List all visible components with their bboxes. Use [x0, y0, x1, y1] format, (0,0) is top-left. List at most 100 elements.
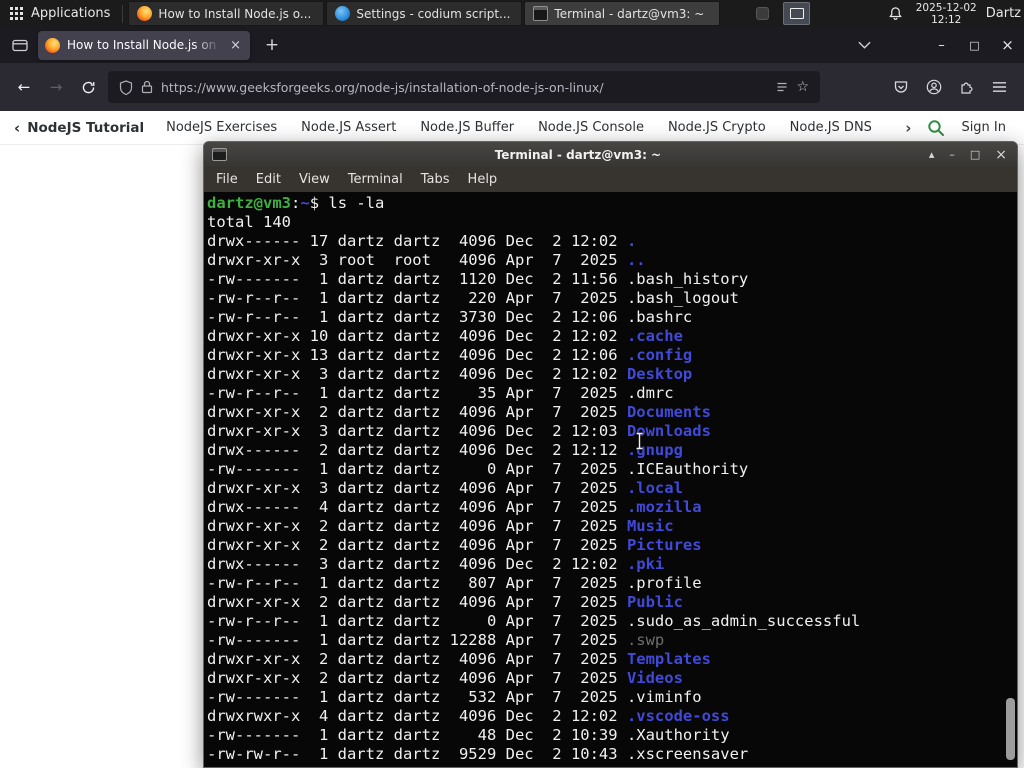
listing-pre: drwxr-xr-x 3 dartz dartz 4096 Dec 2 12:0… [207, 365, 627, 383]
tab-close-button[interactable]: × [228, 38, 243, 53]
listing-name: .swp [626, 631, 665, 649]
back-button[interactable]: ← [8, 72, 40, 102]
browser-close-button[interactable]: × [991, 27, 1024, 63]
reload-icon [82, 81, 94, 93]
listing-name: Documents [626, 403, 711, 421]
taskbar-buttons: How to Install Node.js o... Settings - co… [127, 0, 721, 27]
listing-pre: -rw------- 1 dartz dartz 532 Apr 7 2025 [207, 688, 627, 706]
new-tab-button[interactable]: + [259, 35, 285, 55]
terminal-maximize-button[interactable]: □ [970, 149, 980, 160]
listing-name: .mozilla [626, 498, 702, 516]
tray-window-icon[interactable] [783, 2, 811, 25]
browser-tab[interactable]: How to Install Node.js on × [38, 30, 250, 60]
bookmark-star-icon[interactable]: ☆ [796, 79, 809, 95]
listing-pre: drwxr-xr-x 2 dartz dartz 4096 Apr 7 2025 [207, 593, 627, 611]
url-bar[interactable]: https://www.geeksforgeeks.org/node-js/in… [108, 71, 820, 103]
terminal-scrollbar-thumb[interactable] [1006, 698, 1015, 760]
taskbar-button-terminal[interactable]: Terminal - dartz@vm3: ~ [524, 1, 721, 26]
tracking-protection-shield-icon[interactable] [119, 79, 133, 95]
terminal-minimize-button[interactable]: – [949, 149, 955, 160]
top-panel: Applications How to Install Node.js o...… [0, 0, 1024, 27]
taskbar-button-label: How to Install Node.js o... [158, 6, 312, 21]
terminal-menu-help[interactable]: Help [459, 170, 507, 189]
listing-pre: drwxr-xr-x 13 dartz dartz 4096 Dec 2 12:… [207, 346, 627, 364]
forward-button[interactable]: → [40, 72, 72, 102]
site-nav-right: › Sign In [905, 119, 1010, 137]
url-text: https://www.geeksforgeeks.org/node-js/in… [161, 79, 604, 95]
toolbar-icons [884, 72, 1016, 102]
lock-icon[interactable] [141, 80, 153, 94]
terminal-line: -rw------- 1 dartz dartz 0 Apr 7 2025 .I… [207, 460, 1017, 479]
site-nav-item[interactable]: Node.JS DNS [790, 120, 872, 135]
site-nav-item[interactable]: Node [896, 120, 897, 135]
extensions-puzzle-icon[interactable] [950, 72, 983, 102]
terminal-menu-view[interactable]: View [290, 170, 339, 189]
listing-pre: -rw-r--r-- 1 dartz dartz 0 Apr 7 2025 [207, 612, 627, 630]
applications-grid-icon [10, 7, 23, 20]
terminal-titlebar[interactable]: Terminal - dartz@vm3: ~ ▴ – □ × [204, 142, 1017, 167]
taskbar-button-label: Settings - codium script... [356, 6, 511, 21]
listing-pre: -rw-rw-r-- 1 dartz dartz 9529 Dec 2 10:4… [207, 745, 627, 763]
tray-app-icon[interactable] [749, 2, 776, 25]
terminal-menu-tabs[interactable]: Tabs [412, 170, 459, 189]
panel-user-label[interactable]: Dartz [986, 6, 1021, 21]
listing-pre: drwxr-xr-x 2 dartz dartz 4096 Apr 7 2025 [207, 403, 627, 421]
listing-name: Desktop [626, 365, 693, 383]
reload-button[interactable] [72, 72, 104, 102]
listing-pre: drwxrwxr-x 4 dartz dartz 4096 Dec 2 12:0… [207, 707, 627, 725]
site-nav-item[interactable]: Node.JS Console [538, 120, 644, 135]
listing-name: . [626, 232, 637, 250]
system-tray [749, 0, 811, 27]
terminal-line: drwxr-xr-x 3 dartz dartz 4096 Apr 7 2025… [207, 479, 1017, 498]
tab-title: How to Install Node.js on [67, 38, 217, 52]
terminal-line: drwxr-xr-x 2 dartz dartz 4096 Apr 7 2025… [207, 403, 1017, 422]
terminal-menu-edit[interactable]: Edit [247, 170, 290, 189]
terminal-line: drwxr-xr-x 3 dartz dartz 4096 Dec 2 12:0… [207, 422, 1017, 441]
applications-menu-button[interactable]: Applications [0, 0, 120, 27]
browser-maximize-button[interactable]: □ [958, 27, 991, 63]
sign-in-button[interactable]: Sign In [961, 120, 1006, 135]
browser-minimize-button[interactable]: – [925, 27, 958, 63]
terminal-output[interactable]: dartz@vm3:~$ ls -la total 140 drwx------… [204, 192, 1017, 767]
terminal-app-icon [212, 148, 227, 161]
pocket-icon[interactable] [884, 72, 917, 102]
notification-bell-icon[interactable] [884, 6, 907, 21]
listing-name: .bashrc [626, 308, 693, 326]
terminal-close-button[interactable]: × [995, 148, 1007, 162]
listing-pre: -rw-r--r-- 1 dartz dartz 220 Apr 7 2025 [207, 289, 627, 307]
account-icon[interactable] [917, 72, 950, 102]
terminal-prompt-line: dartz@vm3:~$ ls -la [207, 194, 1017, 213]
panel-clock[interactable]: 2025-12-02 12:12 [916, 2, 977, 26]
terminal-line: drwxr-xr-x 2 dartz dartz 4096 Apr 7 2025… [207, 517, 1017, 536]
terminal-shade-button[interactable]: ▴ [929, 149, 935, 160]
site-nav-item[interactable]: NodeJS Exercises [166, 120, 277, 135]
site-nav-item[interactable]: Node.JS Crypto [668, 120, 766, 135]
terminal-line: drwx------ 2 dartz dartz 4096 Dec 2 12:1… [207, 441, 1017, 460]
terminal-line: -rw-r--r-- 1 dartz dartz 807 Apr 7 2025 … [207, 574, 1017, 593]
firefox-view-button[interactable] [12, 38, 28, 53]
firefox-view-icon [12, 39, 28, 51]
site-nav-back[interactable]: ‹ NodeJS Tutorial [14, 119, 144, 137]
terminal-line: -rw------- 1 dartz dartz 532 Apr 7 2025 … [207, 688, 1017, 707]
mouse-cursor [636, 432, 643, 450]
listing-name: .viminfo [626, 688, 702, 706]
menu-hamburger-icon[interactable] [983, 72, 1016, 102]
terminal-menu-terminal[interactable]: Terminal [339, 170, 412, 189]
browser-toolbar: ← → https://www.geeksforgeeks.org/node-j… [0, 63, 1024, 111]
site-nav-item[interactable]: Node.JS Buffer [420, 120, 514, 135]
terminal-line: -rw-r--r-- 1 dartz dartz 35 Apr 7 2025 .… [207, 384, 1017, 403]
terminal-menu-file[interactable]: File [207, 170, 247, 189]
terminal-line: drwxr-xr-x 2 dartz dartz 4096 Apr 7 2025… [207, 536, 1017, 555]
listing-pre: -rw------- 1 dartz dartz 12288 Apr 7 202… [207, 631, 627, 649]
search-icon[interactable] [927, 119, 945, 137]
list-all-tabs-button[interactable] [848, 27, 881, 63]
terminal-line: drwx------ 3 dartz dartz 4096 Dec 2 12:0… [207, 555, 1017, 574]
taskbar-button-codium[interactable]: Settings - codium script... [326, 1, 523, 26]
clock-date: 2025-12-02 [915, 1, 977, 14]
prompt-colon: : [291, 194, 301, 212]
taskbar-button-firefox[interactable]: How to Install Node.js o... [128, 1, 325, 26]
listing-pre: -rw------- 1 dartz dartz 0 Apr 7 2025 [207, 460, 627, 478]
chevron-right-icon[interactable]: › [905, 119, 911, 137]
reader-mode-icon[interactable] [776, 81, 788, 94]
site-nav-item[interactable]: Node.JS Assert [301, 120, 396, 135]
